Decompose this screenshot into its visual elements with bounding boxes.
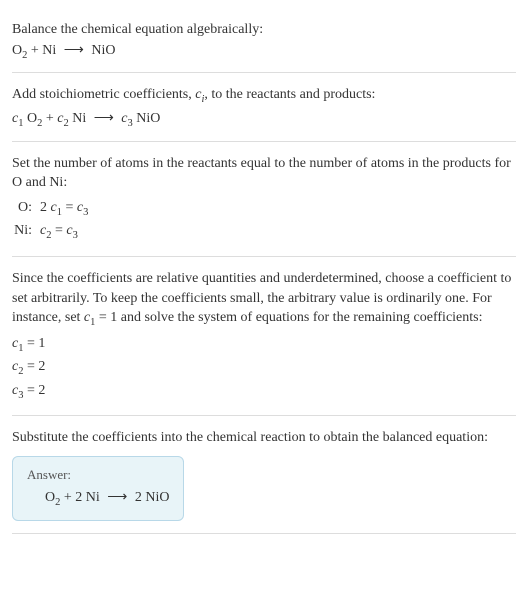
ans-rest: + 2 Ni ⟶ 2 NiO bbox=[60, 490, 169, 505]
answer-label: Answer: bbox=[27, 467, 169, 483]
atom-label-o: O: bbox=[12, 197, 40, 221]
section-answer: Substitute the coefficients into the che… bbox=[12, 416, 516, 533]
solve-intro: Since the coefficients are relative quan… bbox=[12, 269, 516, 331]
stoich-intro: Add stoichiometric coefficients, ci, to … bbox=[12, 85, 516, 107]
atom-row-o: O: 2 c1 = c3 bbox=[12, 197, 516, 221]
section-problem: Balance the chemical equation algebraica… bbox=[12, 8, 516, 73]
ni-eq: = bbox=[51, 223, 66, 238]
unbalanced-equation: O2 + Ni ⟶ NiO bbox=[12, 42, 516, 61]
o-rsub: 3 bbox=[83, 207, 88, 218]
balanced-equation: O2 + 2 Ni ⟶ 2 NiO bbox=[27, 489, 169, 508]
ni-rsub: 3 bbox=[73, 230, 78, 241]
atoms-intro: Set the number of atoms in the reactants… bbox=[12, 154, 516, 193]
eq-text: O2 + Ni ⟶ NiO bbox=[12, 43, 115, 58]
atom-eq-ni: c2 = c3 bbox=[40, 220, 516, 244]
coeff-1: c1 = 1 bbox=[12, 333, 516, 357]
cf3-v: = 2 bbox=[23, 383, 45, 398]
answer-box: Answer: O2 + 2 Ni ⟶ 2 NiO bbox=[12, 456, 184, 521]
nio-text: NiO bbox=[133, 111, 161, 126]
o-eq: = bbox=[62, 200, 77, 215]
stoich-equation: c1 O2 + c2 Ni ⟶ c3 NiO bbox=[12, 110, 516, 129]
ni-arrow: Ni ⟶ bbox=[69, 111, 122, 126]
atom-row-ni: Ni: c2 = c3 bbox=[12, 220, 516, 244]
problem-intro: Balance the chemical equation algebraica… bbox=[12, 20, 516, 40]
section-atoms: Set the number of atoms in the reactants… bbox=[12, 142, 516, 257]
coeff-2: c2 = 2 bbox=[12, 356, 516, 380]
stoich-intro-b: , to the reactants and products: bbox=[204, 87, 375, 102]
cf2-v: = 2 bbox=[23, 359, 45, 374]
solve-intro-b: = 1 and solve the system of equations fo… bbox=[95, 310, 482, 325]
atom-label-ni: Ni: bbox=[12, 220, 40, 244]
atom-table: O: 2 c1 = c3 Ni: c2 = c3 bbox=[12, 197, 516, 244]
o-text: O bbox=[23, 111, 37, 126]
stoich-intro-a: Add stoichiometric coefficients, bbox=[12, 87, 195, 102]
cf1-v: = 1 bbox=[23, 336, 45, 351]
section-stoich: Add stoichiometric coefficients, ci, to … bbox=[12, 73, 516, 141]
ans-o: O bbox=[45, 490, 55, 505]
coeff-3: c3 = 2 bbox=[12, 380, 516, 404]
plus: + bbox=[42, 111, 57, 126]
atom-eq-o: 2 c1 = c3 bbox=[40, 197, 516, 221]
o-pre: 2 bbox=[40, 200, 51, 215]
answer-intro: Substitute the coefficients into the che… bbox=[12, 428, 516, 448]
c2-sub: 2 bbox=[63, 118, 68, 129]
section-solve: Since the coefficients are relative quan… bbox=[12, 257, 516, 416]
